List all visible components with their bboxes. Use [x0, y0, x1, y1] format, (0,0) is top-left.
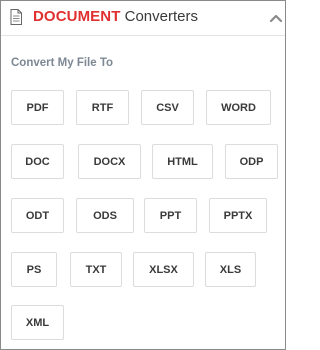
- format-button-csv[interactable]: CSV: [141, 90, 194, 125]
- format-button-ps[interactable]: PS: [11, 252, 57, 287]
- format-button-doc[interactable]: DOC: [11, 144, 64, 179]
- format-button-xml[interactable]: XML: [11, 305, 64, 340]
- format-button-odp[interactable]: ODP: [225, 144, 278, 179]
- format-button-word[interactable]: WORD: [206, 90, 271, 125]
- format-button-ppt[interactable]: PPT: [144, 198, 197, 233]
- panel-header: DOCUMENT Converters: [1, 1, 285, 36]
- panel-title: DOCUMENT Converters: [33, 8, 198, 26]
- section-title: Convert My File To: [11, 57, 114, 69]
- format-button-pdf[interactable]: PDF: [11, 90, 64, 125]
- title-rest: Converters: [120, 8, 198, 25]
- format-button-pptx[interactable]: PPTX: [209, 198, 267, 233]
- format-button-ods[interactable]: ODS: [76, 198, 134, 233]
- format-button-txt[interactable]: TXT: [70, 252, 122, 287]
- format-button-odt[interactable]: ODT: [11, 198, 64, 233]
- chevron-up-icon[interactable]: [269, 10, 283, 23]
- format-button-html[interactable]: HTML: [152, 144, 213, 179]
- format-button-xls[interactable]: XLS: [205, 252, 256, 287]
- document-icon: [10, 9, 22, 25]
- format-button-xlsx[interactable]: XLSX: [133, 252, 194, 287]
- format-button-docx[interactable]: DOCX: [78, 144, 141, 179]
- title-brand: DOCUMENT: [33, 8, 121, 25]
- format-button-rtf[interactable]: RTF: [76, 90, 129, 125]
- converter-panel: DOCUMENT Converters Convert My File To P…: [0, 0, 286, 350]
